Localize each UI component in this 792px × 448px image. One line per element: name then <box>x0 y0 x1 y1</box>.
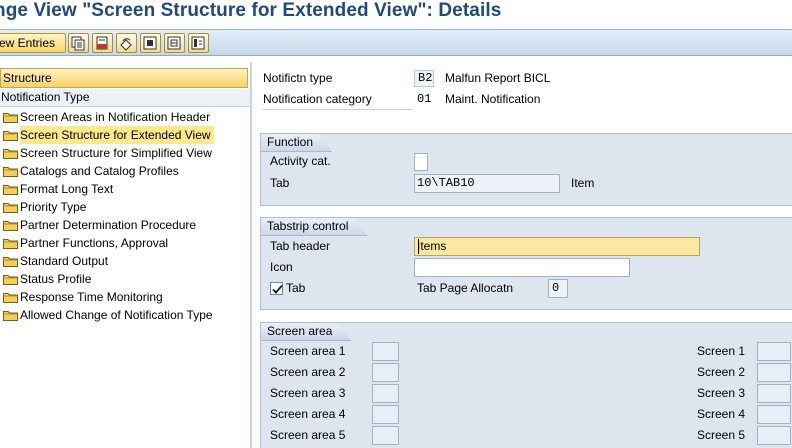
tree-item-label: Standard Output <box>20 254 109 268</box>
window-title-bar: nge View "Screen Structure for Extended … <box>0 0 792 28</box>
tree-item-label: Response Time Monitoring <box>20 290 163 304</box>
new-entries-button[interactable]: ew Entries <box>0 33 66 53</box>
folder-icon <box>3 203 18 213</box>
folder-icon <box>3 185 18 195</box>
screen-field[interactable] <box>757 342 791 361</box>
folder-icon <box>3 239 18 249</box>
tabstrip-group-title: Tabstrip control <box>261 218 367 236</box>
tree-item-label: Priority Type <box>20 200 87 214</box>
screen-field[interactable] <box>757 363 791 382</box>
screen-area-field[interactable] <box>372 426 399 445</box>
screen-area-label: Screen area 4 <box>270 407 346 421</box>
undo-change-icon[interactable] <box>116 33 137 53</box>
activity-cat-field[interactable] <box>414 153 428 171</box>
screen-area-group: Screen area Screen area 1 Screen 1 Screen … <box>260 322 792 448</box>
notif-type-description: Malfun Report BICL <box>445 71 551 85</box>
select-all-icon[interactable] <box>140 33 161 53</box>
function-group-title: Function <box>261 134 332 152</box>
activity-cat-label: Activity cat. <box>270 154 331 168</box>
tab-description: Item <box>571 176 595 190</box>
screen-area-label: Screen area 2 <box>270 365 346 379</box>
folder-icon <box>3 167 18 177</box>
function-group: Function Activity cat. Tab 10\TAB10 Item <box>260 133 792 206</box>
screen-area-field[interactable] <box>372 342 399 361</box>
folder-icon <box>3 257 18 267</box>
copy-as-icon[interactable] <box>68 33 89 53</box>
deselect-all-icon[interactable] <box>188 33 209 53</box>
folder-icon <box>3 131 18 141</box>
folder-icon <box>3 311 18 321</box>
tree-item-label: Format Long Text <box>20 182 114 196</box>
notif-category-description: Maint. Notification <box>445 92 541 106</box>
folder-icon <box>3 113 18 123</box>
folder-icon <box>3 275 18 285</box>
screen-label: Screen 4 <box>697 407 746 421</box>
tab-page-alloc-field[interactable]: 0 <box>548 279 568 298</box>
screen-label: Screen 5 <box>697 428 746 442</box>
notif-type-label: Notifictn type <box>263 71 333 85</box>
screen-area-label: Screen area 3 <box>270 386 346 400</box>
folder-icon <box>3 293 18 303</box>
notif-type-value: B2 <box>414 70 434 87</box>
tree-item-label: Screen Structure for Simplified View <box>20 146 212 160</box>
tab-header-field[interactable]: Items <box>414 237 700 256</box>
application-toolbar: ew Entries <box>0 29 792 56</box>
tab-header-label: Tab header <box>270 239 331 253</box>
screen-area-field[interactable] <box>372 384 399 403</box>
tree-item-label: Partner Functions, Approval <box>20 236 169 250</box>
checkmark-icon <box>272 284 283 294</box>
icon-field[interactable] <box>414 258 630 277</box>
screen-area-field[interactable] <box>372 363 399 382</box>
select-block-icon[interactable] <box>164 33 185 53</box>
text-cursor <box>418 239 419 254</box>
page-title: nge View "Screen Structure for Extended … <box>0 0 502 21</box>
tree-root-notification-type[interactable]: Notification Type <box>0 89 250 107</box>
tab-checkbox-label: Tab <box>286 281 306 295</box>
tree-item-label: Screen Structure for Extended View <box>20 126 214 144</box>
delete-icon[interactable] <box>92 33 113 53</box>
tree-item-label: Status Profile <box>20 272 92 286</box>
tab-label: Tab <box>270 176 290 190</box>
label-underline <box>263 109 413 110</box>
icon-label: Icon <box>270 260 293 274</box>
tree-item-label: Catalogs and Catalog Profiles <box>20 164 179 178</box>
screen-field[interactable] <box>757 405 791 424</box>
screen-label: Screen 1 <box>697 344 746 358</box>
dialog-structure-panel: Structure Notification Type Screen Areas… <box>0 62 252 448</box>
notif-category-label: Notification category <box>263 92 372 106</box>
screen-area-label: Screen area 1 <box>270 344 346 358</box>
screen-field[interactable] <box>757 384 791 403</box>
screen-label: Screen 2 <box>697 365 746 379</box>
tab-field[interactable]: 10\TAB10 <box>414 174 560 193</box>
screen-label: Screen 3 <box>697 386 746 400</box>
tab-checkbox[interactable] <box>270 282 283 295</box>
tree-item-label: Partner Determination Procedure <box>20 218 197 232</box>
folder-icon <box>3 149 18 159</box>
tab-page-alloc-label: Tab Page Allocatn <box>417 281 514 295</box>
tree-item-label: Screen Areas in Notification Header <box>20 110 211 124</box>
screen-area-field[interactable] <box>372 405 399 424</box>
folder-icon <box>3 221 18 231</box>
tabstrip-control-group: Tabstrip control Tab header Items Icon T… <box>260 217 792 310</box>
notif-category-value: 01 <box>417 92 432 106</box>
screen-field[interactable] <box>757 426 791 445</box>
tree-header: Structure <box>0 68 248 88</box>
screen-area-group-title: Screen area <box>261 323 351 341</box>
screen-area-label: Screen area 5 <box>270 428 346 442</box>
tree-item-label: Allowed Change of Notification Type <box>20 308 213 322</box>
